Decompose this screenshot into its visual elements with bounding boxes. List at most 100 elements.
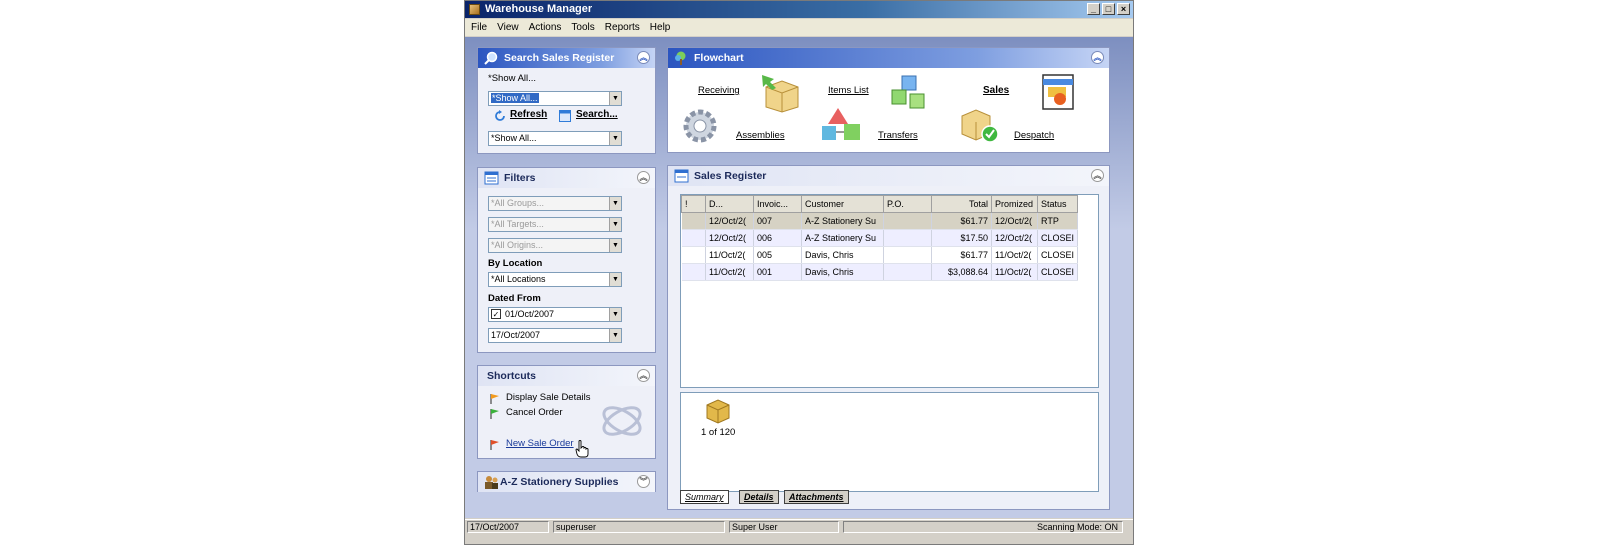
menu-tools[interactable]: Tools	[571, 19, 594, 36]
dropdown-arrow-icon[interactable]: ▼	[609, 239, 621, 252]
sales-grid: ! D... Invoic... Customer P.O. Total Promized S…	[680, 194, 1099, 388]
close-button[interactable]: ×	[1117, 3, 1130, 15]
menu-help[interactable]: Help	[650, 19, 671, 36]
items-cubes-icon[interactable]	[888, 74, 930, 114]
shortcut-new-sale-order[interactable]: New Sale Order	[506, 438, 574, 449]
dropdown-arrow-icon[interactable]: ▼	[609, 329, 621, 342]
column-header[interactable]: D...	[705, 195, 754, 213]
flowchart-panel: Flowchart ︽ Receiving Items List Sales A…	[667, 47, 1110, 153]
table-cell: CLOSEI	[1037, 246, 1079, 264]
flow-transfers-link[interactable]: Transfers	[878, 130, 918, 141]
flow-items-list-link[interactable]: Items List	[828, 85, 869, 96]
sales-register-header: Sales Register ︽	[668, 166, 1109, 186]
column-header[interactable]: Customer	[801, 195, 884, 213]
app-window: Warehouse Manager _ □ × File View Action…	[464, 0, 1134, 545]
app-box-icon	[469, 4, 480, 15]
location-combo[interactable]: *All Locations ▼	[488, 272, 622, 287]
groups-combo[interactable]: *All Groups... ▼	[488, 196, 622, 211]
date-from-picker[interactable]: ✓ 01/Oct/2007 ▼	[488, 307, 622, 322]
filters-panel: Filters ︽ *All Groups... ▼ *All Targets.…	[477, 167, 656, 353]
table-cell	[681, 263, 706, 281]
dropdown-arrow-icon[interactable]: ▼	[609, 197, 621, 210]
column-header[interactable]: Invoic...	[753, 195, 802, 213]
despatch-box-icon[interactable]	[958, 106, 1002, 146]
flow-sales-link[interactable]: Sales	[983, 85, 1009, 96]
shortcut-cancel-order[interactable]: Cancel Order	[506, 407, 563, 418]
table-row[interactable]: 11/Oct/2(001 Davis, Chris $3,088.64 11/Oct/…	[681, 263, 1079, 281]
table-cell: $3,088.64	[931, 263, 992, 281]
transfers-shapes-icon[interactable]	[820, 106, 864, 146]
dated-from-label: Dated From	[488, 293, 541, 304]
column-header[interactable]: !	[681, 195, 706, 213]
minimize-button[interactable]: _	[1087, 3, 1100, 15]
status-scanning-mode: Scanning Mode: ON	[843, 521, 1123, 533]
sales-table: ! D... Invoic... Customer P.O. Total Promized S…	[681, 195, 1079, 377]
company-panel-header: A-Z Stationery Supplies ︾	[478, 472, 655, 492]
collapse-search-icon[interactable]: ︽	[637, 51, 650, 64]
table-row[interactable]: 11/Oct/2(005 Davis, Chris $61.77 11/Oct/2(C…	[681, 246, 1079, 264]
dropdown-arrow-icon[interactable]: ▼	[609, 92, 621, 105]
refresh-link[interactable]: Refresh	[510, 109, 547, 120]
flow-assemblies-link[interactable]: Assemblies	[736, 130, 785, 141]
menu-reports[interactable]: Reports	[605, 19, 640, 36]
table-cell: 11/Oct/2(	[991, 263, 1038, 281]
column-header[interactable]: Total	[931, 195, 992, 213]
column-header[interactable]: P.O.	[883, 195, 932, 213]
table-cell: RTP	[1037, 212, 1079, 230]
shortcuts-panel-header: Shortcuts ︽	[478, 366, 655, 386]
search-filter-combo[interactable]: *Show All... ▼	[488, 91, 622, 106]
date-to-picker[interactable]: 17/Oct/2007 ▼	[488, 328, 622, 343]
orange-flag-icon	[490, 394, 499, 404]
origins-combo[interactable]: *All Origins... ▼	[488, 238, 622, 253]
sales-card-icon[interactable]	[1040, 73, 1080, 115]
search-link[interactable]: Search...	[576, 109, 618, 120]
shortcut-display-sale-details[interactable]: Display Sale Details	[506, 392, 590, 403]
date-enabled-checkbox[interactable]: ✓	[491, 309, 501, 319]
receiving-box-icon[interactable]	[760, 73, 802, 113]
company-panel-title: A-Z Stationery Supplies	[500, 476, 619, 488]
assemblies-gear-icon[interactable]	[680, 106, 722, 146]
dropdown-arrow-icon[interactable]: ▼	[609, 218, 621, 231]
table-cell: 11/Oct/2(	[705, 246, 754, 264]
dropdown-arrow-icon[interactable]: ▼	[609, 132, 621, 145]
maximize-button[interactable]: □	[1102, 3, 1115, 15]
empty-row	[682, 361, 1078, 377]
flow-despatch-link[interactable]: Despatch	[1014, 130, 1054, 141]
table-cell: 11/Oct/2(	[705, 263, 754, 281]
targets-combo[interactable]: *All Targets... ▼	[488, 217, 622, 232]
window-title: Warehouse Manager	[485, 3, 593, 15]
column-header[interactable]: Promized	[991, 195, 1038, 213]
dropdown-arrow-icon[interactable]: ▼	[609, 273, 621, 286]
table-row[interactable]: 12/Oct/2(006 A-Z Stationery Su $17.50 12/Oc…	[681, 229, 1079, 247]
tab-summary[interactable]: Summary	[680, 490, 729, 504]
collapse-register-icon[interactable]: ︽	[1091, 169, 1104, 182]
flowchart-panel-header: Flowchart ︽	[668, 48, 1109, 68]
menu-view[interactable]: View	[497, 19, 519, 36]
tab-attachments[interactable]: Attachments	[784, 490, 849, 504]
menu-file[interactable]: File	[471, 19, 487, 36]
search-secondary-combo[interactable]: *Show All... ▼	[488, 131, 622, 146]
table-cell: 11/Oct/2(	[991, 246, 1038, 264]
menu-actions[interactable]: Actions	[529, 19, 562, 36]
menu-bar: File View Actions Tools Reports Help	[465, 19, 1133, 36]
table-row[interactable]: 12/Oct/2(007 A-Z Stationery Su $61.77 12/Oc…	[681, 212, 1079, 230]
flow-receiving-link[interactable]: Receiving	[698, 85, 740, 96]
tab-details[interactable]: Details	[739, 490, 779, 504]
table-cell	[883, 229, 932, 247]
watermark-logo-icon	[602, 406, 642, 436]
show-all-label: *Show All...	[488, 73, 537, 84]
refresh-icon	[495, 110, 505, 121]
magnifier-icon	[484, 51, 498, 65]
dropdown-arrow-icon[interactable]: ▼	[609, 308, 621, 321]
title-bar[interactable]: Warehouse Manager _ □ ×	[465, 1, 1133, 18]
table-cell: Davis, Chris	[801, 246, 884, 264]
expand-company-icon[interactable]: ︾	[637, 475, 650, 488]
company-panel[interactable]: A-Z Stationery Supplies ︾	[477, 471, 656, 492]
table-cell: 12/Oct/2(	[991, 229, 1038, 247]
hand-cursor-icon	[575, 440, 589, 458]
collapse-flowchart-icon[interactable]: ︽	[1091, 51, 1104, 64]
collapse-shortcuts-icon[interactable]: ︽	[637, 369, 650, 382]
table-cell	[681, 229, 706, 247]
column-header[interactable]: Status	[1036, 195, 1079, 213]
collapse-filters-icon[interactable]: ︽	[637, 171, 650, 184]
